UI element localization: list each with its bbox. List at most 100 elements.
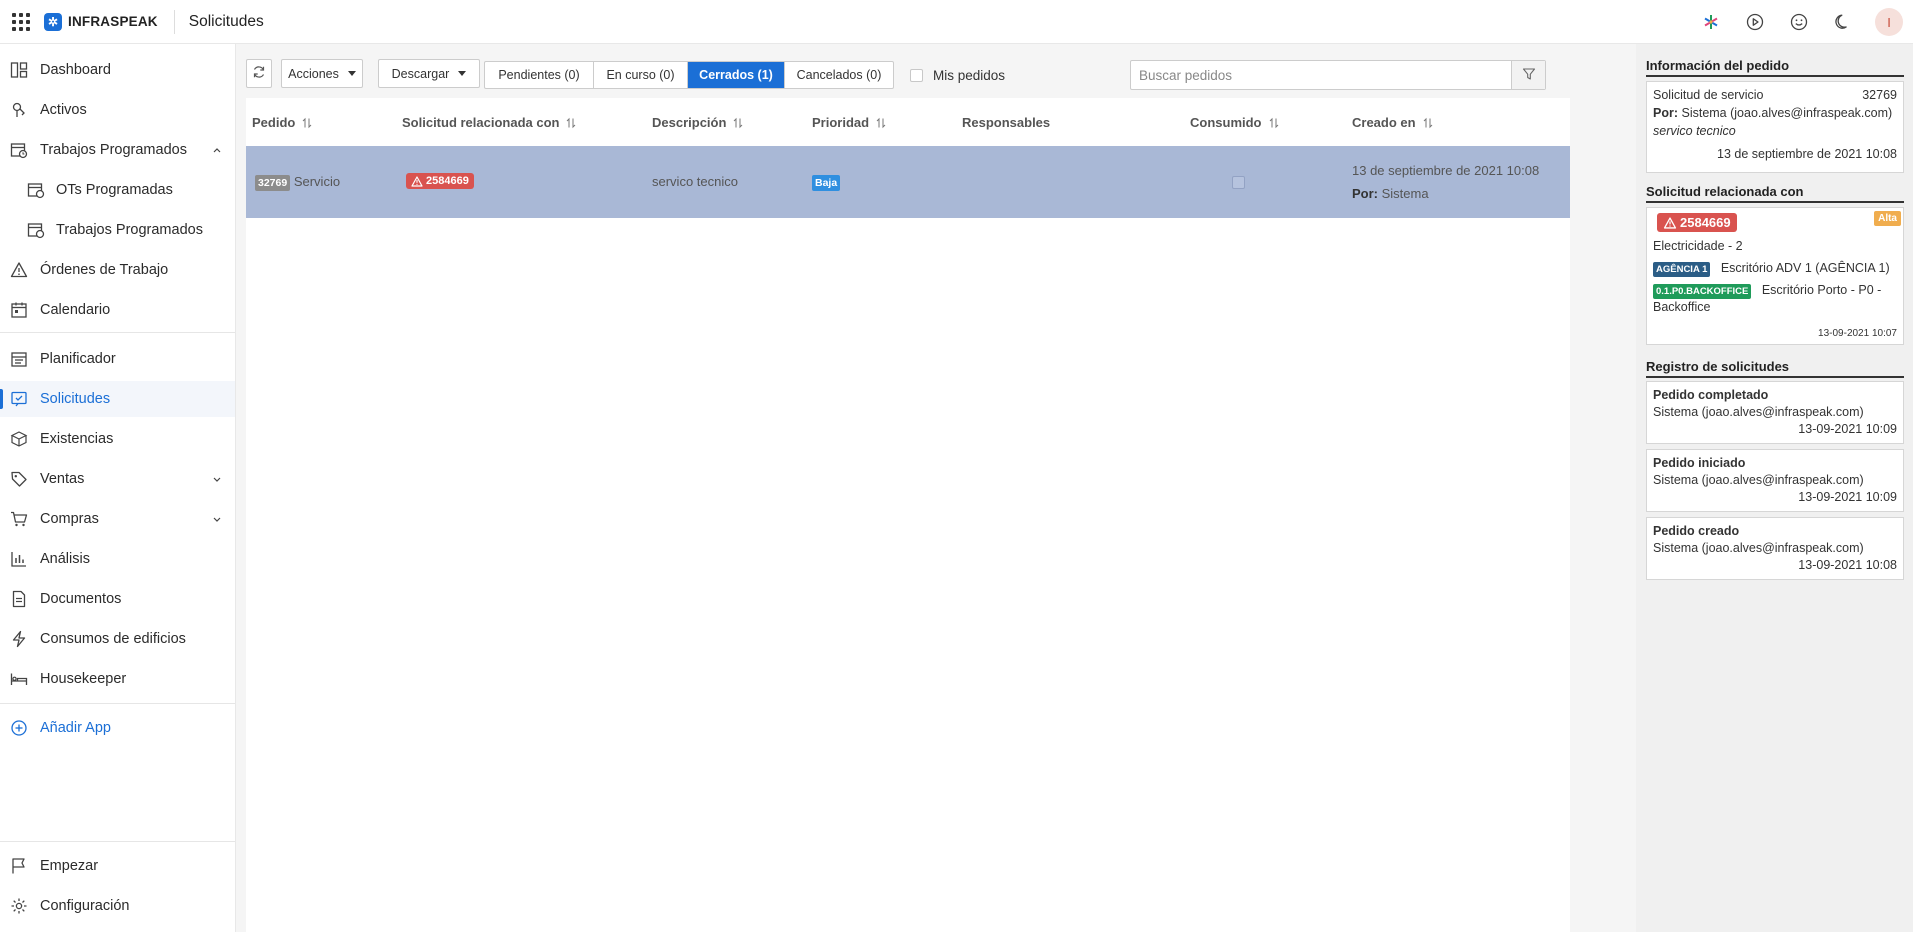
related-date: 13-09-2021 10:07 (1818, 328, 1897, 339)
sidebar-item-existencias[interactable]: Existencias (0, 421, 235, 457)
pedido-cell: 32769 Servicio (255, 174, 340, 191)
acciones-label: Acciones (288, 66, 339, 81)
sidebar-item-ots-programadas[interactable]: OTs Programadas (0, 172, 235, 208)
info-descripcion: servico tecnico (1653, 124, 1736, 138)
gear-icon (9, 896, 29, 916)
pedido-id-badge: 32769 (255, 175, 291, 191)
sidebar-item-trabajos-programados[interactable]: Trabajos Programados (0, 132, 235, 168)
toolbar: Acciones Descargar Pendientes (0) En cur… (246, 56, 1570, 90)
info-id: 32769 (1862, 88, 1897, 102)
sidebar-item-label: OTs Programadas (56, 182, 173, 198)
log-entry-date: 13-09-2021 10:08 (1798, 558, 1897, 572)
sidebar-item-housekeeper[interactable]: Housekeeper (0, 661, 235, 697)
search-input[interactable] (1131, 61, 1511, 89)
sidebar-item-label: Calendario (40, 302, 111, 318)
log-entry-date: 13-09-2021 10:09 (1798, 490, 1897, 504)
sort-icon (302, 117, 312, 128)
sidebar-item-label: Planificador (40, 351, 116, 367)
log-entry-title: Pedido completado (1653, 388, 1769, 402)
sidebar-item-trabajos-programados-sub[interactable]: Trabajos Programados (0, 212, 235, 248)
prioridad-cell: Baja (812, 174, 841, 191)
sidebar-item-solicitudes[interactable]: Solicitudes (0, 381, 235, 417)
table-row[interactable]: 32769 Servicio 2584669 servico tecnico B… (246, 146, 1570, 218)
col-header-creado-en[interactable]: Creado en (1352, 115, 1433, 130)
sidebar-item-configuracion[interactable]: Configuración (0, 888, 235, 924)
col-header-prioridad[interactable]: Prioridad (812, 115, 886, 130)
sidebar-item-label: Existencias (40, 431, 114, 447)
search-box (1130, 60, 1546, 90)
solicitud-cell: 2584669 (406, 173, 474, 190)
sidebar-item-label: Activos (40, 102, 87, 118)
sidebar-item-consumos-de-edificios[interactable]: Consumos de edificios (0, 621, 235, 657)
log-entry-date: 13-09-2021 10:09 (1798, 422, 1897, 436)
sidebar-item-label: Ventas (40, 471, 85, 487)
calendar-clock-icon (9, 140, 29, 160)
moon-icon[interactable] (1833, 12, 1853, 32)
avatar[interactable]: I (1875, 8, 1903, 36)
descargar-dropdown[interactable]: Descargar (378, 59, 480, 88)
creado-por-value: Sistema (1381, 186, 1429, 201)
sidebar-item-label: Trabajos Programados (56, 222, 203, 238)
col-header-pedido[interactable]: Pedido (252, 115, 312, 130)
refresh-button[interactable] (246, 59, 272, 88)
brand[interactable]: ✲ INFRASPEAK (44, 12, 158, 31)
requests-table: Pedido Solicitud relacionada con Descrip… (246, 98, 1570, 932)
sidebar-item-ordenes-de-trabajo[interactable]: Órdenes de Trabajo (0, 252, 235, 288)
play-icon[interactable] (1745, 12, 1765, 32)
sidebar-item-planificador[interactable]: Planificador (0, 341, 235, 377)
tab-cancelados[interactable]: Cancelados (0) (785, 62, 893, 88)
location-tag: AGÊNCIA 1 (1653, 262, 1711, 277)
related-id-badge[interactable]: 2584669 (1657, 213, 1737, 232)
sidebar-item-activos[interactable]: Activos (0, 92, 235, 128)
sidebar-add-app[interactable]: Añadir App (0, 710, 235, 746)
calendar-icon (9, 300, 29, 320)
related-loc2-text: Escritório Porto - P0 - (1761, 283, 1882, 297)
boxes-icon (9, 429, 29, 449)
log-entry: Pedido completado Sistema (joao.alves@in… (1646, 381, 1904, 444)
sidebar-item-dashboard[interactable]: Dashboard (0, 52, 235, 88)
solicitud-badge[interactable]: 2584669 (406, 173, 474, 189)
top-bar: ✲ INFRASPEAK Solicitudes I (0, 0, 1913, 44)
refresh-icon (252, 65, 266, 82)
sparkle-icon[interactable] (1701, 12, 1721, 32)
log-title: Registro de solicitudes (1646, 359, 1904, 378)
chevron-up-icon[interactable] (209, 142, 225, 158)
sort-icon (876, 117, 886, 128)
sidebar-item-empezar[interactable]: Empezar (0, 848, 235, 884)
plus-circle-icon (9, 718, 29, 738)
sidebar-item-label: Órdenes de Trabajo (40, 262, 169, 278)
priority-alta-badge: Alta (1874, 211, 1901, 226)
consumido-checkbox[interactable] (1232, 176, 1245, 189)
caret-down-icon (347, 71, 356, 76)
tab-pendientes[interactable]: Pendientes (0) (485, 62, 594, 88)
mis-pedidos-checkbox[interactable] (910, 69, 923, 82)
info-por-value: Sistema (joao.alves@infraspeak.com) (1681, 106, 1893, 120)
col-header-descripcion[interactable]: Descripción (652, 115, 743, 130)
apps-grid-icon[interactable] (12, 12, 30, 31)
status-tabs: Pendientes (0) En curso (0) Cerrados (1)… (484, 61, 894, 89)
log-entry-title: Pedido iniciado (1653, 456, 1746, 470)
smiley-icon[interactable] (1789, 12, 1809, 32)
col-header-responsables[interactable]: Responsables (962, 115, 1050, 130)
sidebar-divider (0, 841, 235, 842)
chevron-down-icon[interactable] (209, 471, 225, 487)
sidebar-item-calendario[interactable]: Calendario (0, 292, 235, 328)
sidebar-item-compras[interactable]: Compras (0, 501, 235, 537)
chevron-down-icon[interactable] (209, 511, 225, 527)
acciones-dropdown[interactable]: Acciones (281, 59, 363, 88)
info-card: Solicitud de servicio 32769 Por: Sistema… (1646, 81, 1904, 173)
filter-icon (1522, 67, 1536, 84)
sidebar-item-ventas[interactable]: Ventas (0, 461, 235, 497)
tab-en-curso[interactable]: En curso (0) (594, 62, 688, 88)
tab-cerrados[interactable]: Cerrados (1) (688, 62, 785, 88)
brand-name: INFRASPEAK (68, 14, 158, 29)
sidebar-item-analisis[interactable]: Análisis (0, 541, 235, 577)
col-header-solicitud[interactable]: Solicitud relacionada con (402, 115, 576, 130)
info-title: Información del pedido (1646, 58, 1904, 77)
related-card[interactable]: 2584669 Alta Electricidade - 2 AGÊNCIA 1… (1646, 207, 1904, 345)
col-header-consumido[interactable]: Consumido (1190, 115, 1279, 130)
col-label: Pedido (252, 115, 296, 130)
sidebar-item-label: Consumos de edificios (40, 631, 186, 647)
filter-button[interactable] (1511, 61, 1545, 89)
sidebar-item-documentos[interactable]: Documentos (0, 581, 235, 617)
